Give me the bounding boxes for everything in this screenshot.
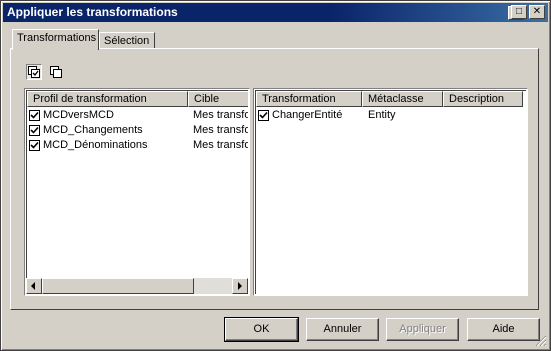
transformation-name: ChangerEntité	[272, 109, 343, 121]
column-header-metaclass[interactable]: Métaclasse	[362, 91, 443, 107]
profile-name: MCD_Changements	[43, 124, 143, 136]
resize-grip-icon[interactable]	[535, 335, 547, 347]
maximize-icon: □	[515, 6, 523, 17]
cancel-button[interactable]: Annuler	[306, 318, 379, 341]
profile-target: Mes transfo	[193, 124, 248, 136]
profile-name: MCD_Dénominations	[43, 139, 148, 151]
table-row[interactable]: MCD_Changements Mes transfo	[27, 123, 248, 138]
checkbox[interactable]	[258, 110, 269, 121]
check-icon	[259, 111, 268, 119]
tab-transformations-label: Transformations	[17, 32, 97, 44]
table-row[interactable]: ChangerEntité Entity	[256, 108, 526, 123]
ok-button-label: OK	[253, 323, 270, 335]
list-body: Profil de transformation Cible MCDversMC…	[26, 90, 248, 294]
cancel-button-label: Annuler	[323, 323, 362, 335]
tab-transformations[interactable]: Transformations	[12, 29, 99, 50]
scroll-right-button[interactable]	[232, 278, 248, 294]
column-header-target[interactable]: Cible	[188, 91, 248, 107]
transformation-profile-list[interactable]: Profil de transformation Cible MCDversMC…	[24, 88, 250, 296]
column-header-target-label: Cible	[194, 93, 220, 105]
table-row[interactable]: MCDversMCD Mes transfo	[27, 108, 248, 123]
checkbox[interactable]	[29, 110, 40, 121]
select-all-icon	[28, 66, 40, 78]
horizontal-scrollbar[interactable]	[26, 278, 248, 294]
list-body: Transformation Métaclasse Description Ch…	[255, 90, 526, 294]
column-header-profile[interactable]: Profil de transformation	[27, 91, 188, 107]
transformation-metaclass: Entity	[368, 109, 396, 121]
ok-button[interactable]: OK	[224, 317, 299, 342]
title-bar[interactable]: Appliquer les transformations _	[3, 3, 548, 22]
close-button[interactable]: ✕	[529, 5, 545, 19]
maximize-button[interactable]: □	[511, 5, 527, 19]
select-all-button[interactable]	[26, 64, 42, 80]
column-header-profile-label: Profil de transformation	[33, 93, 147, 105]
deselect-all-icon	[50, 66, 62, 78]
window-title: Appliquer les transformations	[7, 5, 178, 19]
arrow-left-icon	[31, 282, 35, 290]
scroll-left-button[interactable]	[26, 278, 42, 294]
checkbox[interactable]	[29, 140, 40, 151]
apply-button[interactable]: Appliquer	[386, 318, 459, 341]
column-header-transformation-label: Transformation	[262, 93, 336, 105]
apply-button-label: Appliquer	[399, 323, 446, 335]
profile-target: Mes transfo	[193, 109, 248, 121]
help-button[interactable]: Aide	[467, 318, 540, 341]
column-header-description-label: Description	[449, 93, 505, 105]
check-icon	[30, 141, 39, 149]
checkbox[interactable]	[29, 125, 40, 136]
table-row[interactable]: MCD_Dénominations Mes transfo	[27, 138, 248, 153]
tab-selection-label: Sélection	[104, 35, 150, 47]
check-icon	[30, 111, 39, 119]
profile-name: MCDversMCD	[43, 109, 114, 121]
check-icon	[30, 126, 39, 134]
column-header-transformation[interactable]: Transformation	[256, 91, 362, 107]
help-button-label: Aide	[492, 323, 515, 335]
arrow-right-icon	[238, 282, 242, 290]
profile-target: Mes transfo	[193, 139, 248, 151]
column-header-metaclass-label: Métaclasse	[368, 93, 424, 105]
deselect-all-button[interactable]	[48, 64, 64, 80]
scroll-thumb[interactable]	[42, 278, 194, 294]
close-icon: ✕	[532, 6, 542, 17]
transformation-list[interactable]: Transformation Métaclasse Description Ch…	[253, 88, 528, 296]
column-header-description[interactable]: Description	[443, 91, 523, 107]
